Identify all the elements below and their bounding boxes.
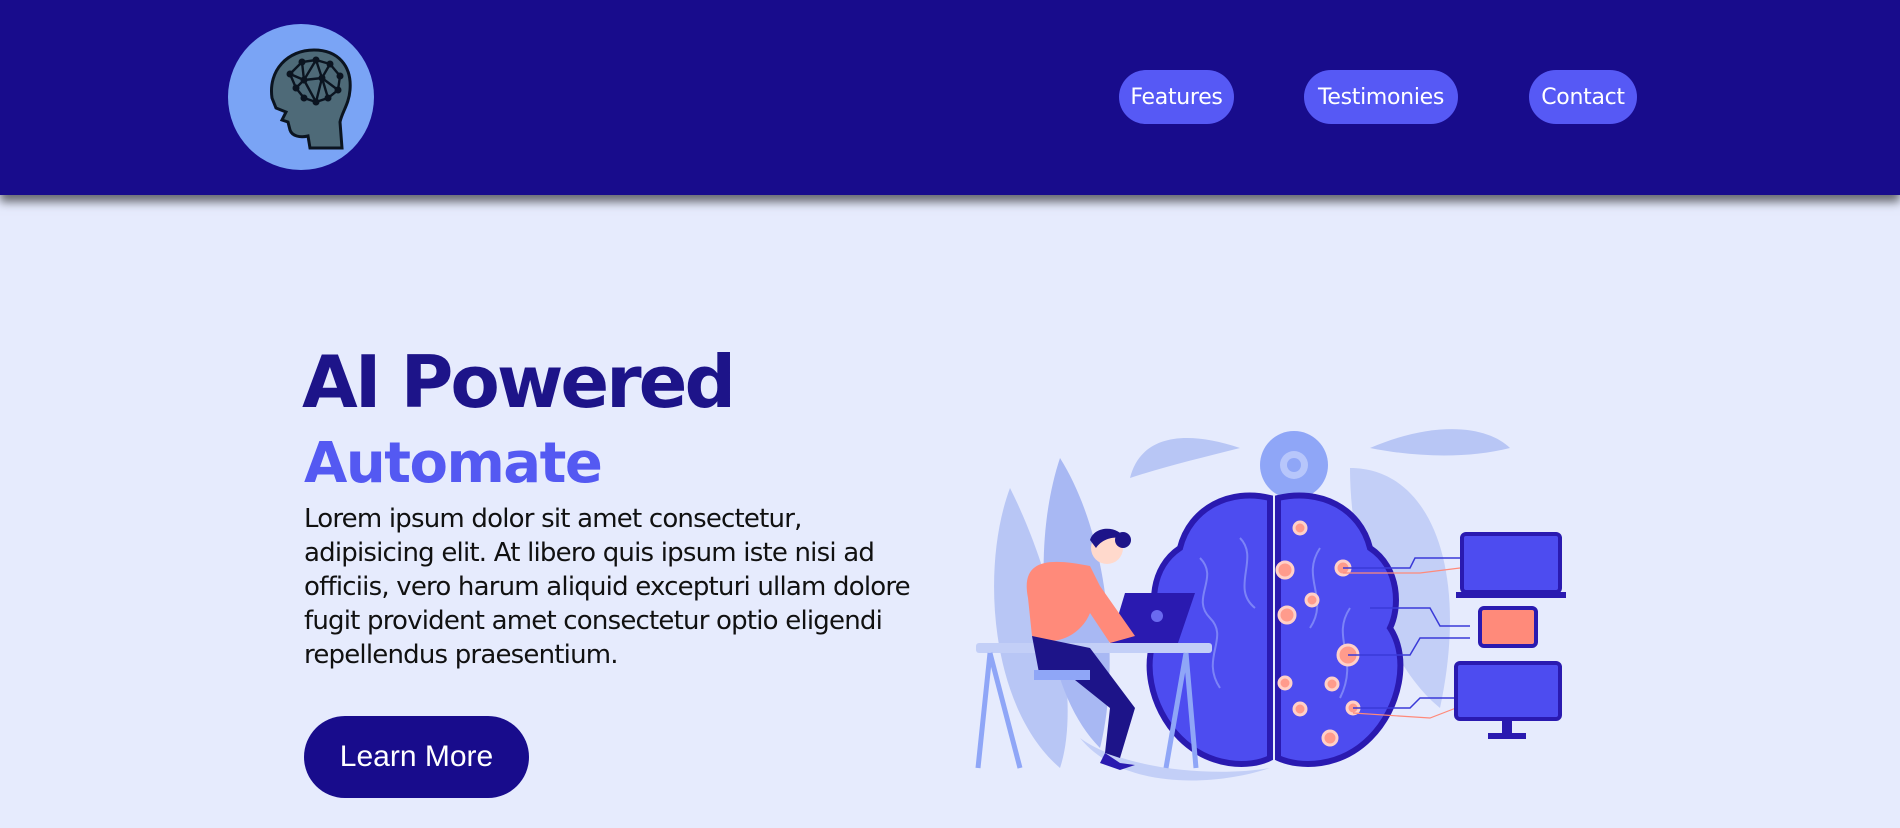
nav-testimonies[interactable]: Testimonies [1304, 70, 1458, 124]
nav-features[interactable]: Features [1119, 70, 1234, 124]
nav-contact[interactable]: Contact [1529, 70, 1637, 124]
ai-brain-head-icon [270, 48, 352, 150]
hero-subtitle: Automate [304, 431, 603, 496]
learn-more-button[interactable]: Learn More [304, 716, 529, 798]
site-header: Features Testimonies Contact [0, 0, 1900, 195]
ai-brain-illustration [975, 429, 1566, 781]
hero-description: Lorem ipsum dolor sit amet consectetur, … [304, 504, 911, 670]
logo[interactable] [228, 24, 374, 170]
hero-title: AI Powered [302, 340, 736, 424]
